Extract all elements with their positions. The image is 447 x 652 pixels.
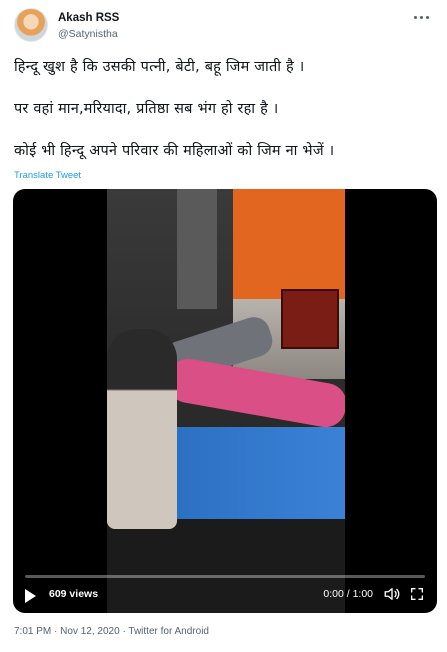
tweet: Akash RSS @Satynistha हिन्दू खुश है कि उ… (0, 0, 447, 652)
video-scene-trainer (107, 329, 177, 529)
video-scene-rack (177, 189, 217, 309)
author-handle[interactable]: @Satynistha (58, 28, 118, 40)
video-time: 0:00 / 1:00 (323, 588, 373, 600)
meta-separator: · (122, 626, 126, 637)
meta-separator: · (54, 626, 58, 637)
translate-tweet-link[interactable]: Translate Tweet (14, 170, 81, 181)
fullscreen-icon[interactable] (409, 586, 425, 602)
tweet-meta: 7:01 PM · Nov 12, 2020 · Twitter for And… (14, 626, 209, 637)
tweet-client[interactable]: Twitter for Android (128, 626, 209, 637)
volume-icon[interactable] (383, 585, 401, 603)
tweet-text-line-1: हिन्दू खुश है कि उसकी पत्नी, बेटी, बहू ज… (14, 59, 305, 75)
tweet-date[interactable]: Nov 12, 2020 (60, 626, 120, 637)
video-scene-box (281, 289, 339, 349)
avatar[interactable] (14, 8, 48, 42)
tweet-time[interactable]: 7:01 PM (14, 626, 51, 637)
author-name[interactable]: Akash RSS (58, 12, 119, 24)
tweet-text-line-3: कोई भी हिन्दू अपने परिवार की महिलाओं को … (14, 143, 335, 159)
tweet-text-line-2: पर वहां मान,मरियादा, प्रतिष्ठा सब भंग हो… (14, 101, 279, 117)
video-scene-mat (167, 427, 345, 519)
more-icon[interactable] (411, 10, 431, 24)
tweet-header: Akash RSS @Satynistha (12, 8, 435, 48)
video-scene-wall (233, 189, 345, 299)
video-controls: 609 views 0:00 / 1:00 (13, 573, 437, 613)
video-progress-bar[interactable] (25, 575, 425, 578)
play-icon[interactable] (25, 589, 36, 603)
video-player[interactable]: 609 views 0:00 / 1:00 (13, 189, 437, 613)
view-count: 609 views (49, 588, 99, 600)
video-frame (107, 189, 345, 613)
